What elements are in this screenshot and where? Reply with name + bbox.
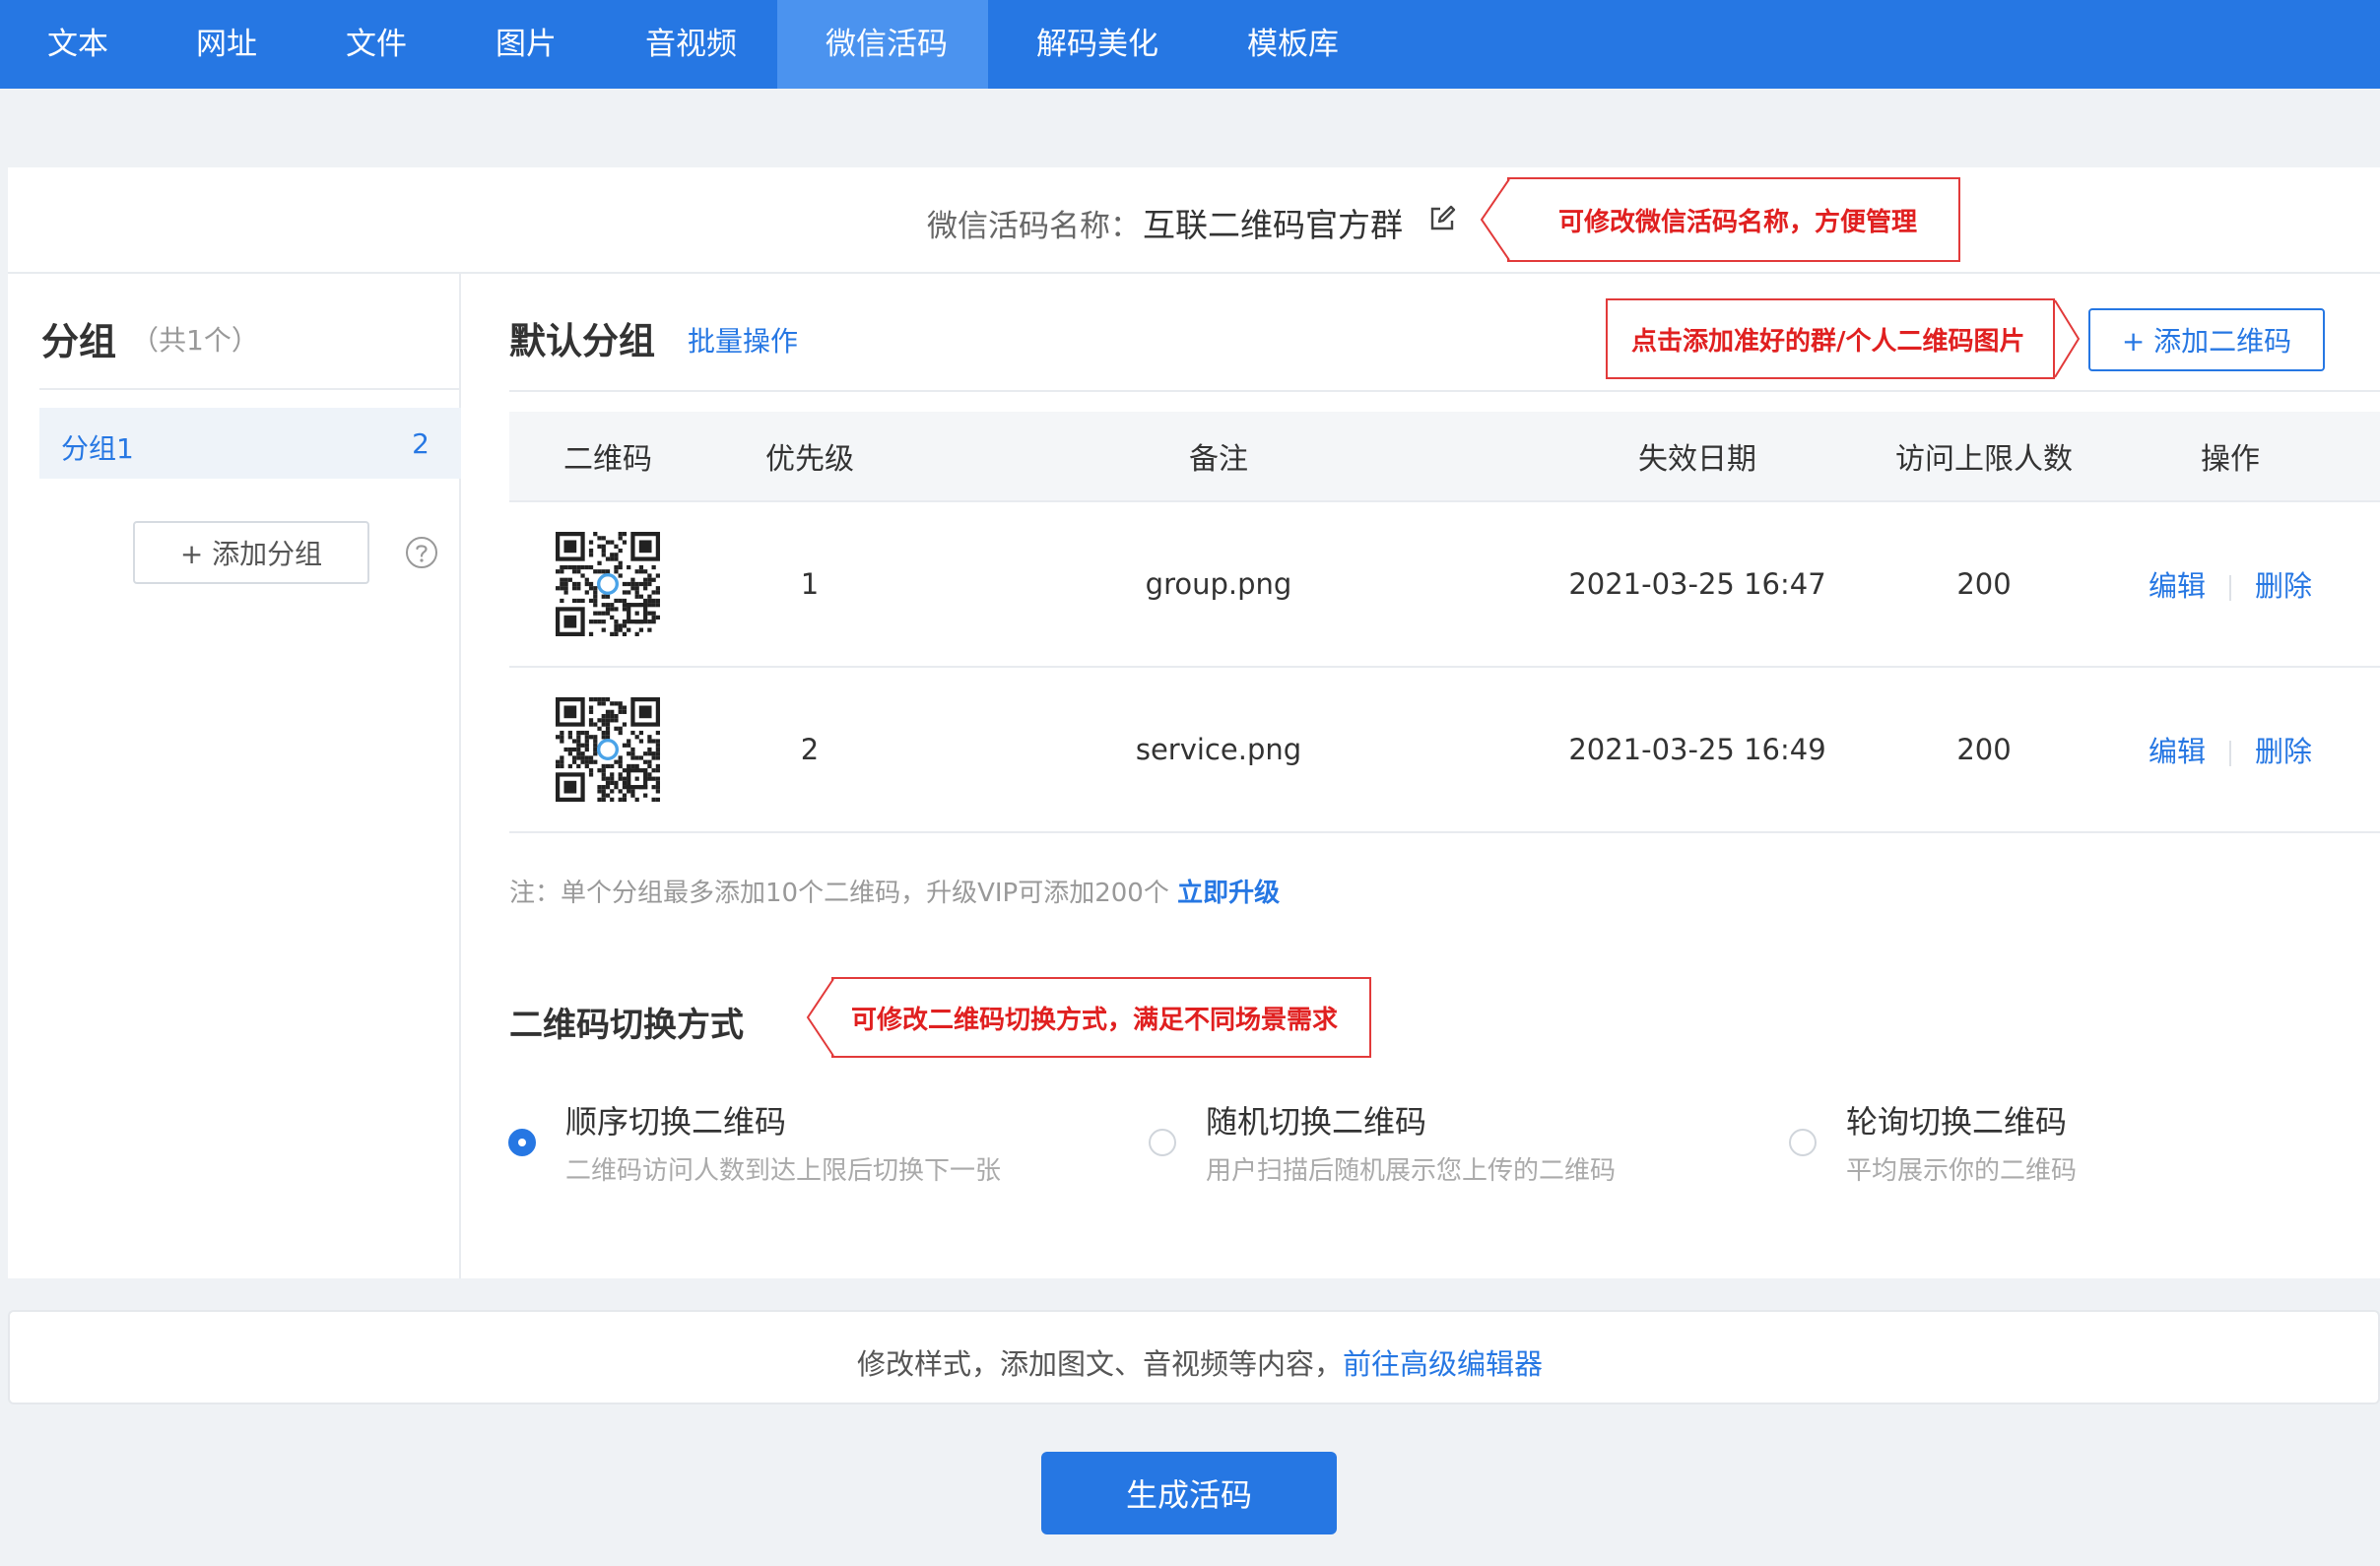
qr-cell (509, 532, 706, 636)
callout-arrow-left (1480, 178, 1510, 261)
limit-note: 注：单个分组最多添加10个二维码，升级VIP可添加200个 立即升级 (509, 873, 1280, 909)
sidebar-title: 分组 (41, 320, 117, 363)
row-priority: 2 (800, 733, 820, 766)
table-header: 二维码 优先级 备注 失效日期 访问上限人数 操作 (509, 412, 2380, 502)
callout-switch-tip: 可修改二维码切换方式，满足不同场景需求 (806, 977, 1371, 1058)
code-name-row: 微信活码名称： 互联二维码官方群 可修改微信活码名称，方便管理 (8, 167, 2380, 274)
group-sidebar: 分组 （共1个） 分组1 2 + 添加分组 (8, 274, 461, 1278)
delete-button[interactable]: 删除 (2255, 569, 2312, 603)
callout-name-tip: 可修改微信活码名称，方便管理 (1480, 177, 1960, 262)
row-expire-date: 2021-03-25 16:47 (1568, 567, 1826, 601)
add-group-button[interactable]: + 添加分组 (133, 521, 369, 584)
qrcode-thumbnail[interactable] (556, 697, 660, 802)
callout-name-text: 可修改微信活码名称，方便管理 (1558, 207, 1918, 237)
nav-tab-image[interactable]: 图片 (447, 0, 597, 89)
sidebar-divider (39, 388, 461, 390)
edit-button[interactable]: 编辑 (2149, 735, 2206, 768)
nav-tab-file[interactable]: 文件 (298, 0, 447, 89)
group-name: 分组1 (61, 432, 134, 465)
advanced-editor-text: 修改样式，添加图文、音视频等内容，前往高级编辑器 (857, 1341, 1543, 1383)
radio-random[interactable] (1149, 1129, 1176, 1156)
row-visit-limit: 200 (1956, 567, 2012, 601)
nav-tab-url[interactable]: 网址 (148, 0, 298, 89)
th-actions: 操作 (2201, 442, 2260, 477)
nav-tab-wechat-live-code[interactable]: 微信活码 (777, 0, 988, 89)
callout-add-text: 点击添加准好的群/个人二维码图片 (1631, 326, 2025, 357)
th-expire-date: 失效日期 (1638, 442, 1756, 477)
group-title: 默认分组 (509, 320, 655, 362)
table-row: 2 service.png 2021-03-25 16:49 200 编辑 删除 (509, 668, 2380, 833)
option-random-desc: 用户扫描后随机展示您上传的二维码 (1206, 1156, 1617, 1186)
radio-round-robin[interactable] (1789, 1129, 1817, 1156)
option-random-title[interactable]: 随机切换二维码 (1206, 1097, 1426, 1142)
nav-tab-text[interactable]: 文本 (0, 0, 148, 89)
nav-tab-decode-beautify[interactable]: 解码美化 (988, 0, 1199, 89)
qr-cell (509, 697, 706, 802)
row-note: group.png (1145, 567, 1292, 601)
limit-note-text: 注：单个分组最多添加10个二维码，升级VIP可添加200个 (509, 879, 1178, 908)
delete-button[interactable]: 删除 (2255, 735, 2312, 768)
sidebar-count: （共1个） (131, 324, 259, 357)
generate-code-button[interactable]: 生成活码 (1041, 1452, 1337, 1534)
help-icon[interactable] (405, 536, 438, 569)
sidebar-item-group1[interactable]: 分组1 2 (39, 408, 461, 479)
table-row: 1 group.png 2021-03-25 16:47 200 编辑 删除 (509, 502, 2380, 668)
nav-tab-audio-video[interactable]: 音视频 (597, 0, 777, 89)
upgrade-link[interactable]: 立即升级 (1177, 879, 1280, 908)
radio-sequential[interactable] (508, 1129, 536, 1156)
qrcode-thumbnail[interactable] (556, 532, 660, 636)
nav-tab-template-library[interactable]: 模板库 (1199, 0, 1379, 89)
top-nav: 文本 网址 文件 图片 音视频 微信活码 解码美化 模板库 (0, 0, 2380, 89)
row-note: service.png (1135, 733, 1302, 766)
advanced-editor-bar: 修改样式，添加图文、音视频等内容，前往高级编辑器 (8, 1310, 2380, 1404)
action-divider (2229, 575, 2231, 601)
advanced-editor-link[interactable]: 前往高级编辑器 (1343, 1347, 1543, 1381)
code-name-label: 微信活码名称： (927, 209, 1141, 244)
th-note: 备注 (1189, 442, 1248, 477)
switch-mode-title: 二维码切换方式 (509, 1006, 744, 1045)
row-priority: 1 (800, 567, 820, 601)
row-visit-limit: 200 (1956, 733, 2012, 766)
callout-arrow-right (2054, 299, 2081, 378)
option-round-robin-title[interactable]: 轮询切换二维码 (1846, 1097, 2067, 1142)
row-expire-date: 2021-03-25 16:49 (1568, 733, 1826, 766)
group-count-badge: 2 (412, 427, 430, 460)
option-sequential-desc: 二维码访问人数到达上限后切换下一张 (565, 1156, 1002, 1186)
option-round-robin-desc: 平均展示你的二维码 (1846, 1156, 2078, 1186)
callout-arrow-left (806, 978, 834, 1057)
option-sequential-title[interactable]: 顺序切换二维码 (565, 1097, 786, 1142)
action-divider (2229, 741, 2231, 766)
callout-add-tip: 点击添加准好的群/个人二维码图片 (1606, 298, 2081, 379)
th-priority: 优先级 (765, 442, 854, 477)
main-panel: 微信活码名称： 互联二维码官方群 可修改微信活码名称，方便管理 分组 （共1个）… (8, 167, 2380, 1278)
callout-switch-text: 可修改二维码切换方式，满足不同场景需求 (851, 1005, 1339, 1035)
advanced-editor-hint: 修改样式，添加图文、音视频等内容， (857, 1347, 1344, 1381)
batch-operation-link[interactable]: 批量操作 (688, 320, 798, 359)
qrcode-table: 二维码 优先级 备注 失效日期 访问上限人数 操作 1 group.png 20… (509, 412, 2380, 833)
row-actions: 编辑 删除 (2097, 729, 2363, 770)
th-qrcode: 二维码 (563, 442, 652, 477)
row-actions: 编辑 删除 (2097, 563, 2363, 605)
th-visit-limit: 访问上限人数 (1895, 442, 2073, 477)
edit-icon[interactable] (1426, 203, 1458, 234)
edit-button[interactable]: 编辑 (2149, 569, 2206, 603)
add-qrcode-button[interactable]: + 添加二维码 (2088, 308, 2325, 371)
code-name-value[interactable]: 互联二维码官方群 (1143, 199, 1403, 246)
content-divider (509, 390, 2380, 392)
